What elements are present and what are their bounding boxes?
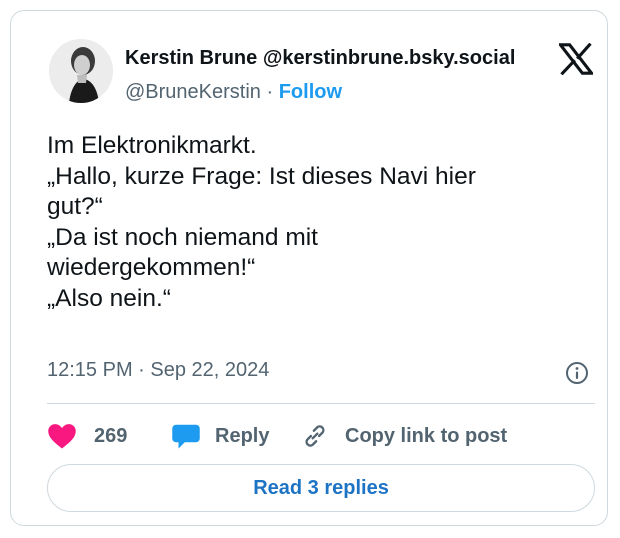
post-text-line: Im Elektronikmarkt. bbox=[47, 132, 257, 159]
post-text-line: „Hallo, kurze Frage: Ist dieses Navi hie… bbox=[47, 162, 476, 190]
post-card: Kerstin Brune @kerstinbrune.bsky.social … bbox=[10, 10, 608, 526]
post-text-line: gut?“ bbox=[47, 193, 103, 220]
author-x-handle[interactable]: @BruneKerstin bbox=[125, 81, 261, 103]
post-text-line: wiedergekommen!“ bbox=[47, 254, 256, 281]
post-text-line: „Also nein.“ bbox=[47, 284, 171, 312]
copy-link-button[interactable]: Copy link to post bbox=[301, 419, 507, 453]
like-count: 269 bbox=[94, 424, 128, 447]
speech-bubble-icon bbox=[172, 424, 200, 449]
heart-icon bbox=[48, 424, 76, 449]
author-bsky-handle[interactable]: @kerstinbrune.bsky.social bbox=[263, 47, 516, 69]
link-icon bbox=[305, 425, 325, 447]
like-button[interactable]: 269 bbox=[47, 419, 127, 453]
handle-separator: · bbox=[266, 81, 274, 103]
reply-label: Reply bbox=[215, 424, 270, 447]
avatar[interactable] bbox=[49, 39, 113, 103]
author-handle-line: @BruneKerstin · Follow bbox=[125, 81, 342, 104]
post-timestamp[interactable]: 12:15 PM · Sep 22, 2024 bbox=[47, 359, 269, 382]
copy-link-label: Copy link to post bbox=[345, 424, 508, 447]
post-text: Im Elektronikmarkt. „Hallo, kurze Frage:… bbox=[47, 131, 592, 314]
author-display-name[interactable]: Kerstin Brune bbox=[125, 47, 257, 69]
read-replies-button[interactable]: Read 3 replies bbox=[47, 464, 595, 512]
info-icon[interactable] bbox=[565, 361, 589, 385]
action-bar: 269 Reply Copy link to post bbox=[47, 419, 595, 453]
x-logo-icon[interactable] bbox=[559, 43, 593, 75]
divider bbox=[47, 403, 595, 404]
avatar-photo bbox=[49, 39, 113, 103]
post-text-line: „Da ist noch niemand mit bbox=[47, 223, 318, 251]
author-name-line: Kerstin Brune @kerstinbrune.bsky.social bbox=[125, 47, 515, 70]
follow-button[interactable]: Follow bbox=[279, 81, 342, 103]
reply-button[interactable]: Reply bbox=[171, 419, 269, 453]
